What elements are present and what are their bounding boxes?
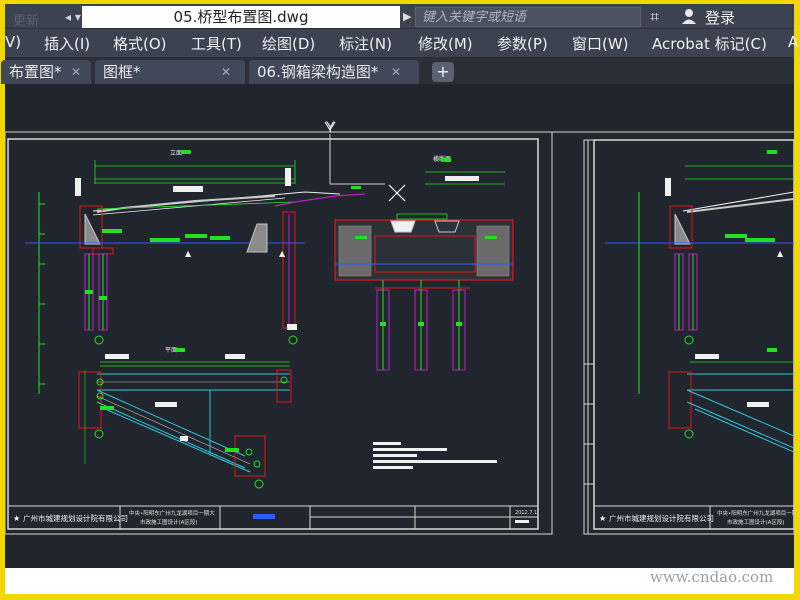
tab-label: 06.钢箱梁构造图* [257, 63, 379, 81]
svg-text:▲: ▲ [185, 249, 192, 258]
tab-layout[interactable]: 布置图* ✕ [1, 60, 91, 84]
search-input[interactable]: 键入关键字或短语 [415, 7, 641, 27]
tab-frame[interactable]: 图框* ✕ [95, 60, 245, 84]
close-icon[interactable]: ✕ [71, 60, 81, 84]
menu-insert[interactable]: 插入(I) [44, 33, 90, 54]
menu-tools[interactable]: 工具(T) [191, 33, 242, 54]
elevation-view: 立面 ▲ ▲ [25, 149, 366, 394]
menu-bar: V) 插入(I) 格式(O) 工具(T) 绘图(D) 标注(N) 修改(M) 参… [5, 28, 798, 57]
svg-text:★: ★ [599, 514, 606, 523]
svg-text:▲: ▲ [777, 249, 784, 258]
tab-label: 布置图* [9, 63, 62, 81]
menu-dimension[interactable]: 标注(N) [339, 33, 392, 54]
title-block: ★ 广州市城建规划设计院有限公司 中央•阳明东广州九龙湖项目一期大 市政施工图设… [8, 505, 538, 529]
document-title: 05.桥型布置图.dwg [82, 6, 400, 28]
menu-format[interactable]: 格式(O) [113, 33, 167, 54]
app-logo: 更新 [13, 14, 40, 29]
quick-access-toolbar[interactable]: ◂ ▾ [65, 10, 81, 24]
add-tab-button[interactable]: + [432, 62, 454, 82]
menu-more[interactable]: A [788, 33, 798, 51]
menu-modify[interactable]: 修改(M) [418, 33, 473, 54]
close-icon[interactable]: ✕ [221, 60, 231, 84]
drawing-notes [373, 442, 497, 469]
drawing-canvas[interactable]: Y 立面 ▲ ▲ 平面 ★ 广州市城建规划设计院有限公司 中央•阳明东广州九龙湖… [5, 84, 794, 568]
project-phase: 市政施工图设计(A区段) [140, 518, 198, 526]
project-name: 中央•阳明东广州九龙湖项目一期大 [129, 509, 215, 517]
date-label: 2012.7.1 [515, 510, 537, 516]
project-phase-right: 市政施工图设计(A区段) [727, 518, 785, 526]
watermark: www.cndao.com [650, 568, 774, 586]
tab-label: 图框* [103, 63, 141, 81]
menu-acrobat[interactable]: Acrobat 标记(C) [652, 33, 767, 54]
svg-text:▲: ▲ [279, 249, 286, 258]
right-sheet-plan [668, 348, 794, 453]
sheet-border-strip [584, 140, 594, 534]
company-name-right: 广州市城建规划设计院有限公司 [609, 513, 714, 523]
title-bar: 更新 ◂ ▾ 05.桥型布置图.dwg ▶ 键入关键字或短语 ⌗ 登录 [5, 4, 794, 29]
menu-draw[interactable]: 绘图(D) [262, 33, 315, 54]
star-icon: ★ [13, 514, 20, 523]
right-title-block: ★ 广州市城建规划设计院有限公司 中央•阳明东广州九龙湖项目一期大 市政施工图设… [594, 505, 794, 529]
document-tabs: 布置图* ✕ 图框* ✕ 06.钢箱梁构造图* ✕ + [1, 57, 794, 84]
menu-parameters[interactable]: 参数(P) [497, 33, 548, 54]
project-name-right: 中央•阳明东广州九龙湖项目一期大 [717, 509, 794, 517]
plan-view: 平面 [78, 347, 292, 489]
tab-girder[interactable]: 06.钢箱梁构造图* ✕ [249, 60, 419, 84]
ucs-y-label: Y [325, 120, 335, 136]
search-expand-icon[interactable]: ▶ [403, 10, 411, 23]
cross-section-view: 横断面 [334, 155, 514, 371]
login-button[interactable]: 登录 [705, 7, 735, 28]
menu-window[interactable]: 窗口(W) [572, 33, 629, 54]
cad-drawing: Y 立面 ▲ ▲ 平面 ★ 广州市城建规划设计院有限公司 中央•阳明东广州九龙湖… [5, 120, 794, 535]
company-name: 广州市城建规划设计院有限公司 [23, 513, 128, 523]
binoculars-icon[interactable]: ⌗ [650, 7, 659, 27]
user-icon[interactable] [680, 7, 698, 25]
elevation-title: 立面 [170, 149, 182, 157]
close-icon[interactable]: ✕ [391, 60, 401, 84]
menu-view[interactable]: V) [5, 33, 21, 51]
app-window: 更新 ◂ ▾ 05.桥型布置图.dwg ▶ 键入关键字或短语 ⌗ 登录 V) 插… [0, 0, 800, 600]
